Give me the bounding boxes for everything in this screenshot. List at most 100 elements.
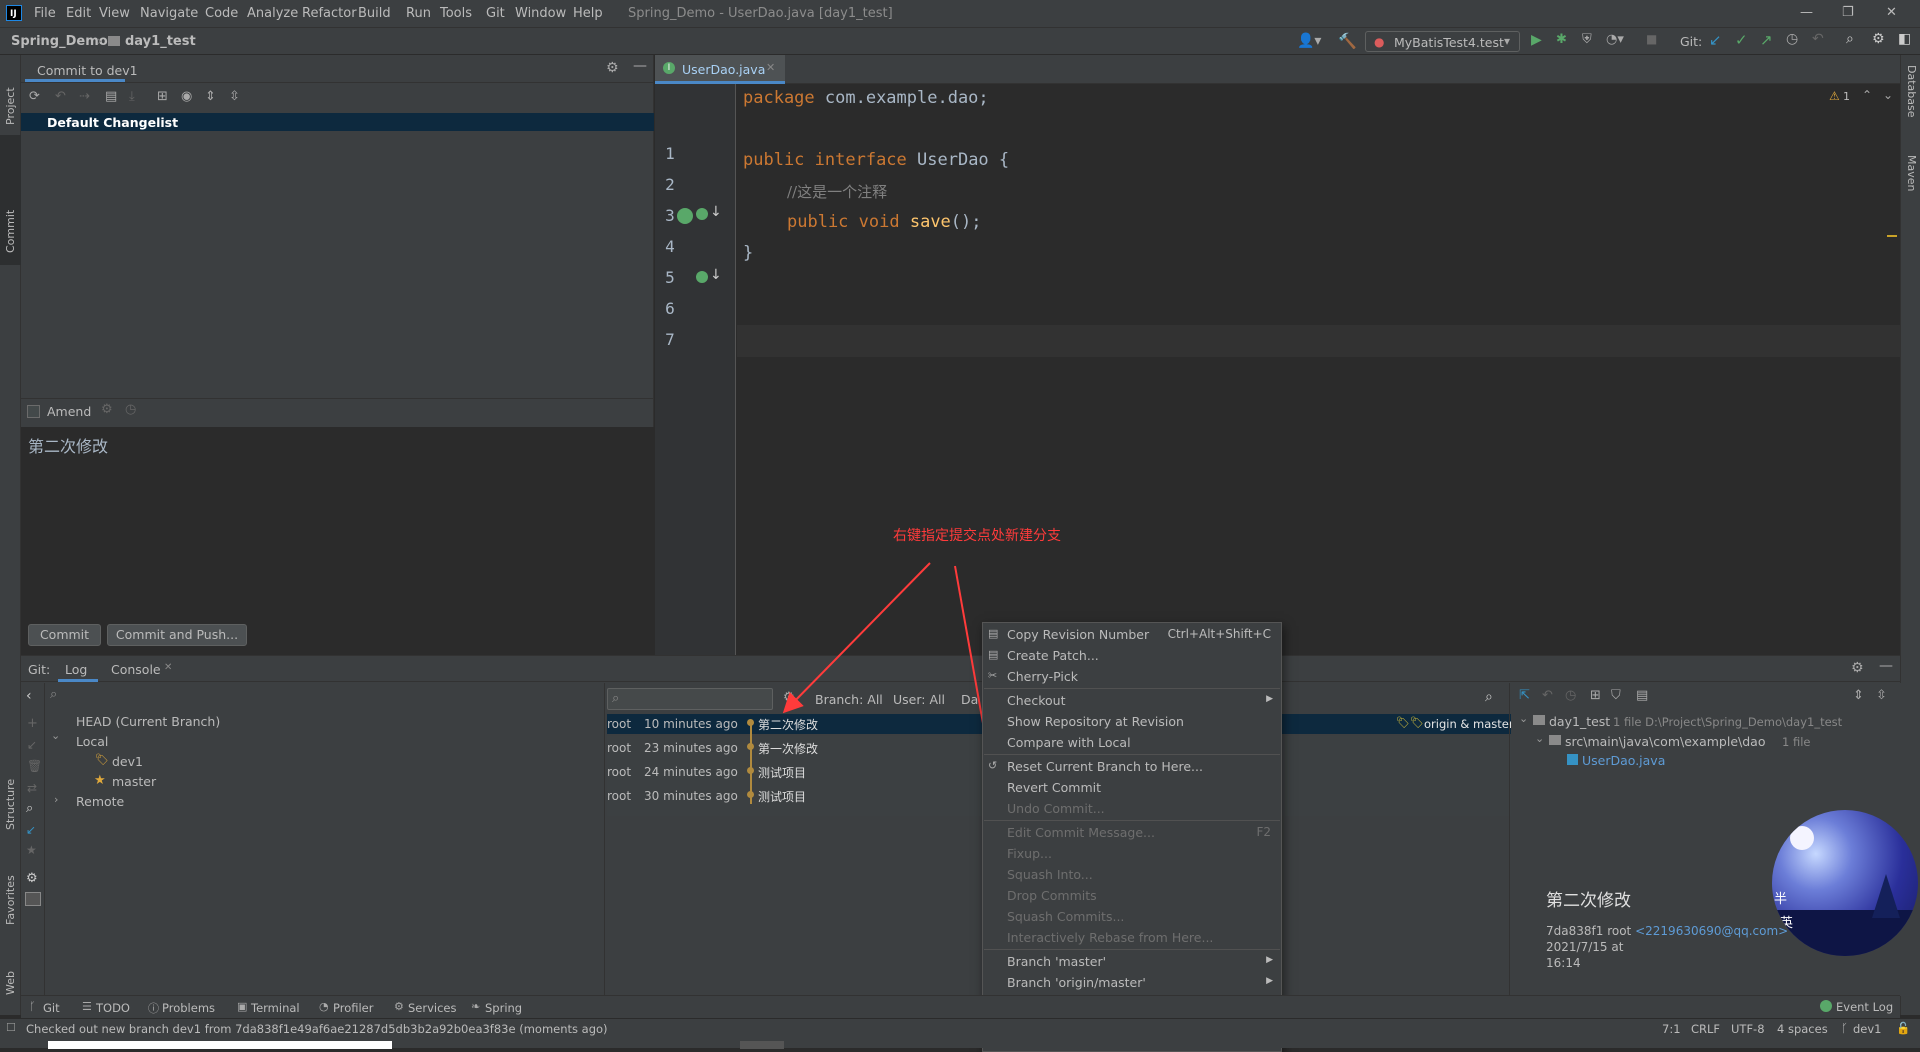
tab-console[interactable]: Console xyxy=(111,662,161,677)
commit-options-icon[interactable]: ⚙ xyxy=(101,402,113,417)
implementation-arrow-icon[interactable]: ↓ xyxy=(710,204,722,220)
group-by-icon[interactable]: ⊞ xyxy=(157,89,168,104)
diff-icon[interactable]: ▤ xyxy=(105,89,117,104)
tab-log[interactable]: Log xyxy=(65,662,87,677)
tool-window-terminal[interactable]: Terminal xyxy=(251,1001,300,1015)
recent-messages-icon[interactable]: ◷ xyxy=(125,402,136,417)
compare-branch-icon[interactable]: ⇄ xyxy=(27,781,37,795)
group-by-icon[interactable]: ⊞ xyxy=(1590,688,1601,703)
breadcrumb-project[interactable]: Spring_Demo xyxy=(11,34,108,49)
search-branches-icon[interactable]: ⌕ xyxy=(26,801,33,816)
user-icon[interactable]: 👤▾ xyxy=(1297,33,1321,49)
tree-item-remote[interactable]: Remote xyxy=(76,794,124,809)
collapse-all-icon[interactable]: ⇳ xyxy=(229,89,240,104)
menu-item-cherry-pick[interactable]: Cherry-Pick xyxy=(1007,669,1078,684)
details-email[interactable]: <2219630690@qq.com> xyxy=(1635,924,1788,938)
tool-window-services[interactable]: Services xyxy=(408,1001,457,1015)
hide-git-panel-icon[interactable]: — xyxy=(1879,658,1893,674)
implemented-method-gutter-icon[interactable] xyxy=(696,271,708,283)
project-tool-button[interactable]: Project xyxy=(4,65,17,125)
layout-icon[interactable]: ▤ xyxy=(1636,688,1648,703)
table-row[interactable]: root 10 minutes ago 第二次修改 xyxy=(607,715,1487,733)
menu-item-branch-master[interactable]: Branch 'master' xyxy=(1007,954,1106,969)
log-search-input[interactable]: ⌕ xyxy=(607,688,773,710)
stop-icon[interactable]: ■ xyxy=(1646,32,1657,46)
layout-toggle-icon[interactable] xyxy=(25,892,41,906)
table-row[interactable]: root 24 minutes ago 测试项目 xyxy=(607,763,1487,781)
editor-tab[interactable]: I UserDao.java ✕ xyxy=(655,55,785,84)
menu-item-branch-origin-master[interactable]: Branch 'origin/master' xyxy=(1007,975,1146,990)
next-highlight-icon[interactable]: ⌄ xyxy=(1883,88,1893,102)
tool-window-profiler[interactable]: Profiler xyxy=(333,1001,374,1015)
chevron-down-icon[interactable]: ⌄ xyxy=(51,729,60,742)
hide-panel-icon[interactable]: — xyxy=(633,58,647,74)
history-icon[interactable]: ◷ xyxy=(1786,31,1798,47)
run-icon[interactable]: ▶ xyxy=(1531,32,1542,48)
fetch-icon[interactable]: ↙ xyxy=(26,823,36,837)
new-branch-icon[interactable]: + xyxy=(27,716,38,731)
favorites-tool-button[interactable]: Favorites xyxy=(4,845,17,925)
branch-filter-select[interactable]: Branch: All xyxy=(815,692,883,707)
move-to-changelist-icon[interactable]: ⇢ xyxy=(79,89,90,104)
git-commit-icon[interactable]: ✓ xyxy=(1735,31,1748,49)
build-hammer-icon[interactable]: 🔨 xyxy=(1338,32,1357,50)
close-icon[interactable]: ✕ xyxy=(1886,5,1897,20)
search-icon[interactable]: ⌕ xyxy=(1846,31,1854,47)
update-branch-icon[interactable]: ↙ xyxy=(27,738,37,752)
details-hash[interactable]: 7da838f1 xyxy=(1546,924,1603,938)
indent-setting[interactable]: 4 spaces xyxy=(1777,1022,1828,1036)
rollback-changes-icon[interactable]: ↶ xyxy=(55,89,66,104)
refresh-icon[interactable]: ⟳ xyxy=(29,89,40,104)
implemented-gutter-icon[interactable] xyxy=(696,208,708,220)
mybatis-gutter-icon[interactable] xyxy=(677,208,693,224)
minimize-icon[interactable]: — xyxy=(1800,5,1813,20)
breadcrumb-module[interactable]: day1_test xyxy=(125,34,196,49)
table-row[interactable]: root 30 minutes ago 测试项目 xyxy=(607,787,1487,805)
tool-window-git[interactable]: Git xyxy=(43,1001,60,1015)
menu-item-copy-revision-number[interactable]: Copy Revision Number xyxy=(1007,627,1149,642)
commit-and-push-button[interactable]: Commit and Push... xyxy=(107,624,247,646)
git-push-icon[interactable]: ↗ xyxy=(1760,31,1773,49)
debug-icon[interactable]: ✱ xyxy=(1556,32,1567,47)
chevron-down-icon[interactable]: ⌄ xyxy=(1535,732,1544,745)
history-icon[interactable]: ◷ xyxy=(1565,688,1576,703)
user-filter-select[interactable]: User: All xyxy=(893,692,945,707)
shelve-icon[interactable]: ⤓ xyxy=(129,89,135,104)
lock-icon[interactable]: 🔓 xyxy=(1896,1021,1910,1035)
settings-gear-icon[interactable]: ⚙ xyxy=(1872,31,1885,47)
expand-all-icon[interactable]: ⇕ xyxy=(1853,688,1864,703)
delete-branch-icon[interactable]: 🗑 xyxy=(27,759,42,773)
menu-git[interactable]: Git xyxy=(486,6,505,21)
favorite-branch-icon[interactable]: ★ xyxy=(26,843,37,857)
menu-build[interactable]: Build xyxy=(358,6,391,21)
menu-navigate[interactable]: Navigate xyxy=(140,6,198,21)
coverage-icon[interactable]: ⛨ xyxy=(1582,32,1592,47)
code-with-me-icon[interactable]: ◧ xyxy=(1898,31,1911,47)
database-tool-button[interactable]: Database xyxy=(1905,65,1918,145)
menu-code[interactable]: Code xyxy=(205,6,238,21)
log-search-icon[interactable]: ⌕ xyxy=(1485,689,1493,705)
commit-tool-button[interactable]: Commit xyxy=(4,143,17,253)
structure-tool-button[interactable]: Structure xyxy=(4,760,17,830)
details-folder[interactable]: src\main\java\com\example\dao xyxy=(1565,734,1765,749)
menu-help[interactable]: Help xyxy=(573,6,603,21)
collapse-branches-icon[interactable]: ‹ xyxy=(26,688,32,704)
collapse-all-icon[interactable]: ⇳ xyxy=(1876,688,1887,703)
caret-position[interactable]: 7:1 xyxy=(1662,1022,1681,1036)
log-settings-icon[interactable]: ⚙ xyxy=(783,690,795,705)
menu-file[interactable]: File xyxy=(34,6,56,21)
menu-tools[interactable]: Tools xyxy=(440,6,472,21)
close-console-icon[interactable]: ✕ xyxy=(164,662,172,673)
commit-button[interactable]: Commit xyxy=(28,624,101,646)
profile-icon[interactable]: ◔▾ xyxy=(1606,32,1624,47)
revert-icon[interactable]: ↶ xyxy=(1542,688,1553,703)
restore-icon[interactable]: ❐ xyxy=(1842,5,1854,20)
run-config-select[interactable]: ● MyBatisTest4.test ▾ xyxy=(1365,31,1520,52)
panel-settings-icon[interactable]: ⚙ xyxy=(606,60,619,76)
chevron-right-icon[interactable]: › xyxy=(54,793,58,806)
current-branch[interactable]: dev1 xyxy=(1853,1022,1882,1036)
tree-item-local[interactable]: Local xyxy=(76,734,108,749)
filter-icon[interactable]: ⛉ xyxy=(1611,688,1621,703)
chevron-down-icon[interactable]: ⌄ xyxy=(1519,712,1528,725)
commit-panel-title[interactable]: Commit to dev1 xyxy=(37,63,138,78)
